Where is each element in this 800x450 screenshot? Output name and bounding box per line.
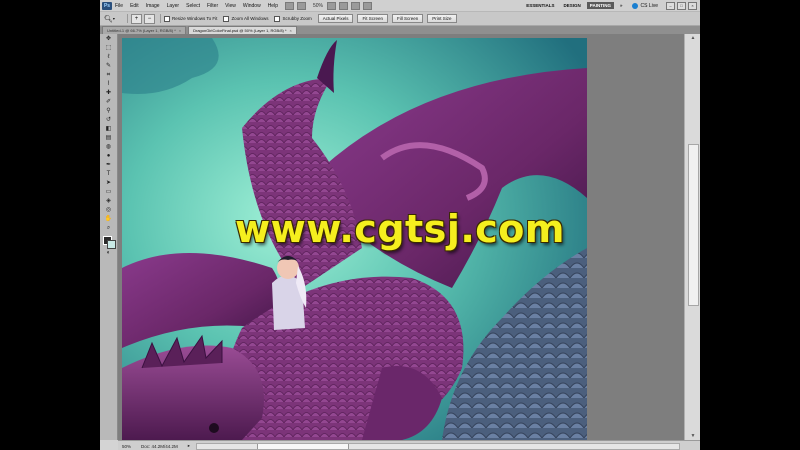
more-workspaces-icon[interactable]: » xyxy=(617,2,626,9)
zoom-out-button[interactable]: − xyxy=(144,13,155,24)
close-tab-icon[interactable]: × xyxy=(179,28,181,33)
brush-tool-icon[interactable]: ✐ xyxy=(104,99,113,106)
checkbox-icon xyxy=(274,15,281,22)
window-controls: – □ × xyxy=(664,1,697,10)
hand-tool-icon[interactable] xyxy=(327,1,336,10)
menu-filter[interactable]: Filter xyxy=(207,3,218,9)
minibridge-icon[interactable] xyxy=(296,1,306,10)
watermark-text: www.cgtsj.com xyxy=(234,207,566,251)
lasso-tool-icon[interactable]: ℓ xyxy=(104,54,113,61)
menu-window[interactable]: Window xyxy=(243,3,261,9)
scroll-down-icon[interactable]: ▼ xyxy=(685,432,700,440)
screen-mode-icon[interactable] xyxy=(363,1,372,10)
tool-preset-picker[interactable]: 🔍︎ ▾ xyxy=(104,14,120,23)
zoom-tool-icon[interactable] xyxy=(339,1,348,10)
horizontal-scroll-thumb[interactable] xyxy=(257,443,350,449)
scrubby-zoom-checkbox[interactable]: Scrubby Zoom xyxy=(274,15,312,22)
status-zoom[interactable]: 50% xyxy=(122,444,131,449)
cs-live-icon xyxy=(632,2,639,9)
status-doc-size: Doc: 44.2M/44.2M xyxy=(141,443,178,449)
marquee-tool-icon[interactable]: ⬚ xyxy=(104,45,113,52)
photoshop-logo-icon: Ps xyxy=(102,1,112,10)
history-brush-tool-icon[interactable]: ↺ xyxy=(104,117,113,124)
dodge-tool-icon[interactable]: ● xyxy=(104,153,113,160)
fit-screen-button[interactable]: Fit Screen xyxy=(357,14,388,23)
menu-file[interactable]: File xyxy=(115,3,123,9)
workspace-design[interactable]: DESIGN xyxy=(561,2,584,9)
quick-mask-icon[interactable]: ◐ xyxy=(104,250,113,257)
divider xyxy=(127,14,128,23)
print-size-button[interactable]: Print Size xyxy=(427,14,457,23)
workspace-essentials[interactable]: ESSENTIALS xyxy=(523,2,557,9)
blur-tool-icon[interactable]: ◍ xyxy=(104,144,113,151)
eyedropper-tool-icon[interactable]: ⌇ xyxy=(104,81,113,88)
zoom-all-windows-label: Zoom All Windows xyxy=(231,16,269,21)
type-tool-icon[interactable]: T xyxy=(104,171,113,178)
zoom-level-menu[interactable]: 50% xyxy=(313,3,323,9)
move-tool-icon[interactable]: ✥ xyxy=(104,36,113,43)
shape-tool-icon[interactable]: ▭ xyxy=(104,189,113,196)
menu-bar: Ps File Edit Image Layer Select Filter V… xyxy=(100,0,700,12)
path-selection-tool-icon[interactable]: ➤ xyxy=(104,180,113,187)
menu-image[interactable]: Image xyxy=(146,3,160,9)
maximize-icon[interactable]: □ xyxy=(677,1,686,10)
checkbox-icon xyxy=(164,15,170,22)
3d-rotate-tool-icon[interactable]: ◈ xyxy=(104,198,113,205)
gradient-tool-icon[interactable]: ▤ xyxy=(104,135,113,142)
actual-pixels-button[interactable]: Actual Pixels xyxy=(317,14,354,23)
resize-windows-label: Resize Windows To Fit xyxy=(172,16,218,21)
chevron-down-icon: ▾ xyxy=(112,16,115,21)
close-icon[interactable]: × xyxy=(688,1,697,10)
dragon-eye xyxy=(209,423,219,433)
options-bar: 🔍︎ ▾ + − Resize Windows To Fit Zoom All W… xyxy=(100,12,700,26)
arrange-documents-icon[interactable] xyxy=(351,1,360,10)
document-tabs: Untitled-1 @ 66.7% (Layer 1, RGB/8) * × D… xyxy=(100,26,700,34)
magnifier-icon: 🔍︎ xyxy=(104,15,113,23)
horizontal-scrollbar[interactable] xyxy=(196,442,680,450)
tab-untitled-1[interactable]: Untitled-1 @ 66.7% (Layer 1, RGB/8) * × xyxy=(102,26,187,34)
resize-windows-checkbox[interactable]: Resize Windows To Fit xyxy=(164,15,218,22)
tab-label: DragonGirlColorFinal.psd @ 50% (Layer 1,… xyxy=(193,28,287,33)
pen-tool-icon[interactable]: ✒ xyxy=(104,162,113,169)
bridge-icon[interactable] xyxy=(284,1,294,10)
menu-view[interactable]: View xyxy=(225,3,236,9)
scrubby-zoom-label: Scrubby Zoom xyxy=(282,16,312,21)
status-menu-icon[interactable]: ▸ xyxy=(188,443,190,449)
cs-live-label: CS Live xyxy=(640,2,658,9)
zoom-in-button[interactable]: + xyxy=(131,13,142,24)
crop-tool-icon[interactable]: ⌗ xyxy=(104,72,113,79)
close-tab-icon[interactable]: × xyxy=(290,28,292,33)
quick-select-tool-icon[interactable]: ✎ xyxy=(104,63,113,70)
menu-layer[interactable]: Layer xyxy=(167,3,180,9)
scroll-up-icon[interactable]: ▲ xyxy=(685,34,700,42)
fill-screen-button[interactable]: Fill Screen xyxy=(392,14,424,23)
minimize-icon[interactable]: – xyxy=(666,1,675,10)
clone-stamp-tool-icon[interactable]: ⚲ xyxy=(104,108,113,115)
menu-help[interactable]: Help xyxy=(268,3,278,9)
menu-edit[interactable]: Edit xyxy=(130,3,139,9)
tab-label: Untitled-1 @ 66.7% (Layer 1, RGB/8) * xyxy=(107,28,176,33)
workspace-switcher: ESSENTIALS DESIGN PAINTING » xyxy=(523,2,628,9)
eraser-tool-icon[interactable]: ◧ xyxy=(104,126,113,133)
cs-live[interactable]: CS Live xyxy=(632,2,658,9)
tab-dragongirl[interactable]: DragonGirlColorFinal.psd @ 50% (Layer 1,… xyxy=(188,26,297,34)
healing-brush-tool-icon[interactable]: ✚ xyxy=(104,90,113,97)
workspace-painting[interactable]: PAINTING xyxy=(586,2,614,9)
divider xyxy=(160,14,161,23)
status-bar: 50% Doc: 44.2M/44.2M ▸ xyxy=(118,440,700,450)
checkbox-icon xyxy=(223,15,230,22)
menu-select[interactable]: Select xyxy=(186,3,200,9)
zoom-all-windows-checkbox[interactable]: Zoom All Windows xyxy=(223,15,269,22)
